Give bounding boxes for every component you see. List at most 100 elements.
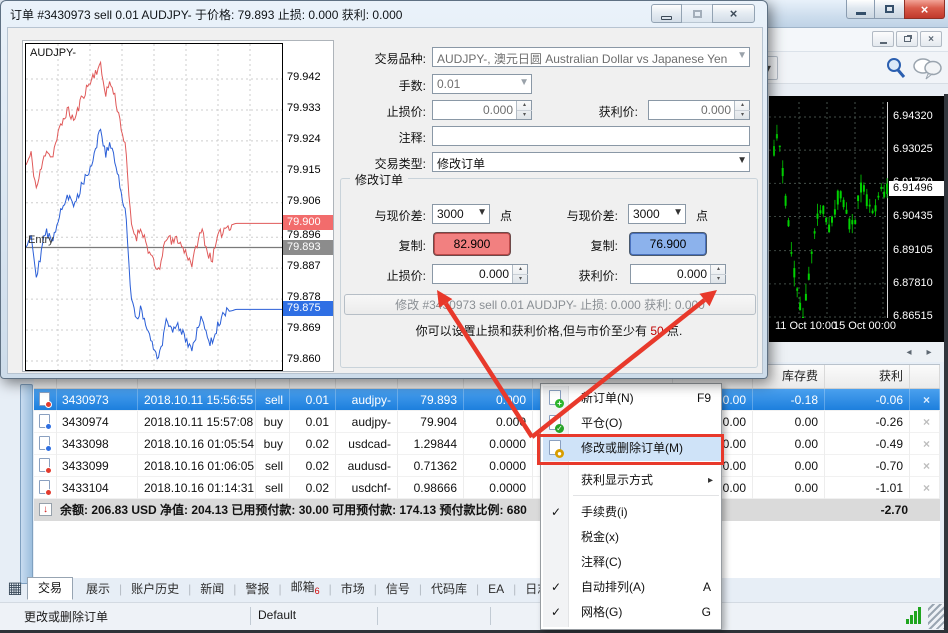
menu-item[interactable]: 注释(C) [543,550,721,575]
copy-stoploss-button[interactable]: 82.900 [434,233,510,255]
tab-新闻[interactable]: 新闻 [191,578,233,600]
close-order-icon[interactable]: × [914,411,940,433]
copy-label: 复制: [330,237,426,254]
terminal-tabs: ▦ 交易展示|账户历史|新闻|警报|邮箱6|市场|信号|代码库|EA|日志 [0,576,948,602]
table-row[interactable]: 34330982018.10.16 01:05:54buy0.02usdcad-… [34,433,940,455]
dialog-restore-button[interactable] [682,4,712,23]
cell-type: sell [246,389,290,411]
close-order-icon[interactable]: × [914,389,940,411]
modify-group-title: 修改订单 [350,171,408,188]
spinner-buttons[interactable]: ▴▾ [710,265,725,283]
close-order-icon[interactable]: × [914,477,940,499]
points-label: 点 [500,207,512,224]
icon-badge: ● [555,449,564,458]
search-icon[interactable] [884,56,908,80]
close-order-icon[interactable]: × [914,455,940,477]
menu-item[interactable]: ✓自动排列(A)A [543,575,721,600]
cell-order: 3430974 [58,411,138,433]
sl-diff-label: 与现价差: [330,207,426,224]
tab-邮箱[interactable]: 邮箱6 [282,576,329,602]
menu-separator [573,463,719,464]
chevron-down-icon: ▼ [737,155,747,166]
spin-up-icon[interactable]: ▴ [735,101,750,110]
spin-down-icon[interactable]: ▾ [711,274,726,283]
tab-展示[interactable]: 展示 [77,578,119,600]
tp-diff-select[interactable]: 3000▼ [628,204,686,224]
spinner-buttons[interactable]: ▴▾ [734,101,749,119]
menu-item[interactable]: ✓平仓(O) [543,411,721,436]
ask-price-label: 79.900 [283,215,333,230]
order-type-select[interactable]: 修改订单▼ [432,152,750,172]
spin-down-icon[interactable]: ▾ [517,110,532,119]
chart-symbol-label: AUDJPY- [30,47,76,59]
close-order-icon[interactable]: × [914,433,940,455]
cell-icon [34,477,57,499]
cell-icon [34,411,57,433]
column-header-close[interactable] [914,365,940,388]
chevron-down-icon: ▼ [673,207,683,218]
modify-stoploss-input[interactable]: 0.000 ▴▾ [432,264,528,284]
takeprofit-input[interactable]: 0.000 ▴▾ [648,100,750,120]
panel-drag-handle[interactable] [20,384,33,584]
scroll-right-icon[interactable]: ▸ [921,345,937,360]
window-maximize-button[interactable] [875,0,904,19]
column-header-profit[interactable]: 获利 [829,365,910,388]
menu-item[interactable]: ✓手续费(i) [543,500,721,525]
mdi-close-button[interactable]: × [920,31,942,47]
cell-type: buy [246,411,290,433]
price-tick: 79.860 [287,353,321,365]
cell-sl: 0.0000 [468,433,533,455]
dialog-title: 订单 #3430973 sell 0.01 AUDJPY- 于价格: 79.89… [10,6,402,23]
sell-order-icon [39,480,50,494]
window-minimize-button[interactable] [846,0,875,19]
order-dot [45,467,52,474]
menu-item[interactable]: 税金(x) [543,525,721,550]
modify-order-button[interactable]: 修改 #3430973 sell 0.01 AUDJPY- 止损: 0.000 … [344,294,756,315]
spin-up-icon[interactable]: ▴ [517,101,532,110]
chevron-down-icon: ▼ [477,207,487,218]
menu-item-label: 手续费(i) [581,500,628,525]
resize-grip[interactable] [928,604,945,629]
price-tick: 79.924 [287,133,321,145]
spin-up-icon[interactable]: ▴ [711,265,726,274]
tp-diff-label: 与现价差: [522,207,618,224]
buy-order-icon [39,436,50,450]
menu-item[interactable]: ✓网格(G)G [543,600,721,625]
menu-item[interactable]: 获利显示方式▸ [543,468,721,493]
cell-symbol: usdchf- [340,477,398,499]
tab-代码库[interactable]: 代码库 [422,578,476,600]
menu-item[interactable]: +新订单(N)F9 [543,386,721,411]
tab-账户历史[interactable]: 账户历史 [122,578,188,600]
chart-scrollbar: ◂ ▸ [769,342,948,364]
cell-type: sell [246,455,290,477]
table-row[interactable]: 34309742018.10.11 15:57:08buy0.01audjpy-… [34,411,940,433]
volume-select[interactable]: 0.01▼ [432,74,532,94]
tab-EA[interactable]: EA [479,578,513,600]
stoploss-input[interactable]: 0.000 ▴▾ [432,100,532,120]
spin-down-icon[interactable]: ▾ [735,110,750,119]
symbol-select[interactable]: AUDJPY-, 澳元日圆 Australian Dollar vs Japan… [432,47,750,67]
copy-takeprofit-button[interactable]: 76.900 [630,233,706,255]
sell-order-icon [39,392,50,406]
sl-diff-select[interactable]: 3000▼ [432,204,490,224]
table-row[interactable]: 34330992018.10.16 01:06:05sell0.02audusd… [34,455,940,477]
tab-信号[interactable]: 信号 [377,578,419,600]
dialog-close-button[interactable]: × [712,4,755,23]
table-row[interactable]: 34331042018.10.16 01:14:31sell0.02usdchf… [34,477,940,499]
spinner-buttons[interactable]: ▴▾ [516,101,531,119]
window-close-button[interactable]: × [904,0,945,19]
comment-input[interactable] [432,126,750,146]
dialog-minimize-button[interactable] [651,4,682,23]
mdi-restore-button[interactable] [896,31,918,47]
cell-sl: 0.0000 [468,477,533,499]
mdi-minimize-button[interactable] [872,31,894,47]
tab-警报[interactable]: 警报 [236,578,278,600]
tab-市场[interactable]: 市场 [332,578,374,600]
menu-shortcut: G [702,600,711,625]
chat-icon[interactable] [912,56,942,80]
menu-item[interactable]: ●修改或删除订单(M) [543,436,721,461]
tab-交易[interactable]: 交易 [27,577,73,600]
modify-takeprofit-input[interactable]: 0.000 ▴▾ [630,264,726,284]
table-row[interactable]: 34309732018.10.11 15:56:55sell0.01audjpy… [34,389,940,411]
scroll-left-icon[interactable]: ◂ [901,345,917,360]
